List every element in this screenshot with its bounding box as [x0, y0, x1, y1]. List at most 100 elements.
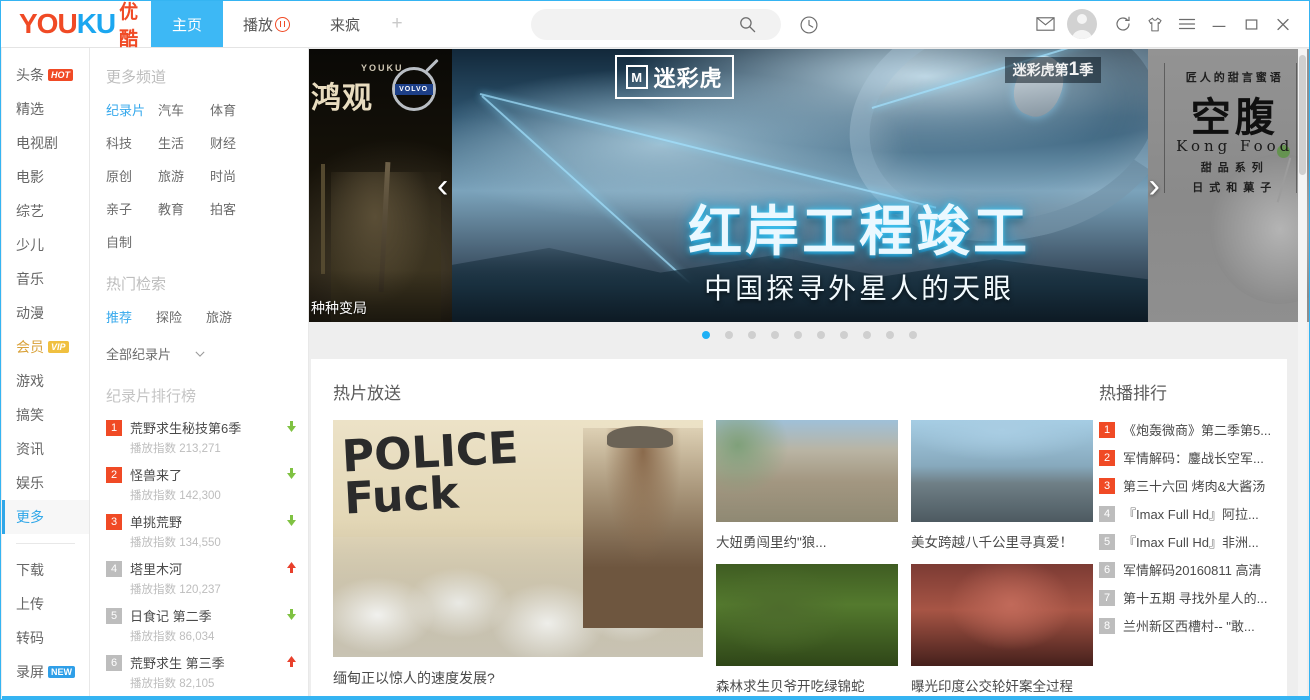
refresh-icon[interactable] — [1107, 1, 1139, 47]
sidebar-nav: 头条 HOT 精选 电视剧 电影 综艺 少儿 音乐 动漫 会员 VIP 游戏 搞… — [2, 48, 90, 699]
sidebar-item-jingxuan[interactable]: 精选 — [2, 92, 89, 126]
channel-lvyou[interactable]: 旅游 — [158, 166, 210, 185]
youku-logo[interactable]: YOUKU 优酷 — [1, 1, 151, 50]
video-card[interactable]: 大妞勇闯里约"狼... — [716, 420, 898, 551]
channel-yuanchuang[interactable]: 原创 — [106, 166, 158, 185]
channel-paike[interactable]: 拍客 — [210, 199, 262, 218]
list-item[interactable]: 1 《炮轰微商》第二季第5... — [1099, 420, 1287, 439]
minimize-icon[interactable] — [1203, 1, 1235, 47]
sidebar-item-toutiao[interactable]: 头条 HOT — [2, 58, 89, 92]
sidebar-item-upload[interactable]: 上传 — [2, 587, 89, 621]
video-card[interactable]: 美女跨越八千公里寻真爱！ — [911, 420, 1093, 551]
list-item[interactable]: 4 『Imax Full Hd』阿拉... — [1099, 504, 1287, 523]
sidebar-item-screenrecord[interactable]: 录屏 NEW — [2, 655, 89, 689]
list-item[interactable]: 3 单挑荒野 播放指数 134,550 — [106, 512, 308, 550]
video-thumbnail[interactable] — [716, 420, 898, 522]
list-item[interactable]: 2 军情解码：鏖战长空军... — [1099, 448, 1287, 467]
carousel-dot[interactable] — [863, 331, 871, 339]
hot-item-tanxian[interactable]: 探险 — [156, 307, 182, 326]
list-item[interactable]: 2 怪兽来了 播放指数 142,300 — [106, 465, 308, 503]
sidebar-item-entertainment[interactable]: 娱乐 — [2, 466, 89, 500]
sidebar-item-anime[interactable]: 动漫 — [2, 296, 89, 330]
avatar[interactable] — [1067, 9, 1097, 39]
carousel-dot[interactable] — [886, 331, 894, 339]
maximize-icon[interactable] — [1235, 1, 1267, 47]
carousel-slide-next[interactable]: 匠人的甜言蜜语 空腹 Kong Food 甜品系列 日式和菓子 — [1147, 49, 1309, 322]
carousel-dot[interactable] — [702, 331, 710, 339]
rank-title-text: 怪兽来了 — [130, 468, 183, 483]
sidebar-item-more[interactable]: 更多 — [2, 500, 89, 534]
channel-qinzi[interactable]: 亲子 — [106, 199, 158, 218]
list-item[interactable]: 4 塔里木河 播放指数 120,237 — [106, 559, 308, 597]
list-item[interactable]: 3 第三十六回 烤肉&大酱汤 — [1099, 476, 1287, 495]
tab-home[interactable]: 主页 — [151, 1, 223, 47]
carousel-prev-button[interactable]: ‹ — [437, 169, 448, 203]
video-thumbnail[interactable] — [716, 564, 898, 666]
sidebar-item-tvseries[interactable]: 电视剧 — [2, 126, 89, 160]
video-card[interactable]: 曝光印度公交轮奸案全过程 — [911, 564, 1093, 695]
carousel-dot[interactable] — [771, 331, 779, 339]
carousel-dot[interactable] — [909, 331, 917, 339]
hot-search-title: 热门检索 — [106, 276, 167, 293]
tab-play[interactable]: 播放 — [223, 1, 310, 47]
list-item[interactable]: 7 第十五期 寻找外星人的... — [1099, 588, 1287, 607]
sidebar-item-vip[interactable]: 会员 VIP — [2, 330, 89, 364]
rank-number: 1 — [1099, 421, 1115, 438]
trend-down-icon — [287, 421, 296, 432]
sidebar-item-download[interactable]: 下载 — [2, 553, 89, 587]
carousel-dot[interactable] — [748, 331, 756, 339]
sidebar-item-news[interactable]: 资讯 — [2, 432, 89, 466]
carousel-dot[interactable] — [817, 331, 825, 339]
carousel-dot[interactable] — [725, 331, 733, 339]
channel-zizhi[interactable]: 自制 — [106, 232, 158, 251]
close-icon[interactable] — [1267, 1, 1299, 47]
channel-jiaoyu[interactable]: 教育 — [158, 199, 210, 218]
channel-qiche[interactable]: 汽车 — [158, 100, 210, 119]
search-area — [531, 9, 819, 40]
shirt-icon[interactable] — [1139, 1, 1171, 47]
list-item[interactable]: 6 军情解码20160811 高清 — [1099, 560, 1287, 579]
scrollbar-thumb[interactable] — [1299, 55, 1306, 175]
category-filter-select[interactable]: 全部纪录片 — [106, 344, 308, 363]
channel-caijing[interactable]: 财经 — [210, 133, 262, 152]
rank-number: 2 — [1099, 449, 1115, 466]
video-thumbnail[interactable]: POLICE Fuck — [333, 420, 703, 657]
history-icon[interactable] — [799, 15, 819, 35]
carousel-next-button[interactable]: › — [1149, 169, 1160, 203]
sidebar-item-music[interactable]: 音乐 — [2, 262, 89, 296]
channel-shishang[interactable]: 时尚 — [210, 166, 262, 185]
sidebar-item-variety[interactable]: 综艺 — [2, 194, 89, 228]
menu-icon[interactable] — [1171, 1, 1203, 47]
video-thumbnail[interactable] — [911, 564, 1093, 666]
channel-jilupian[interactable]: 纪录片 — [106, 100, 158, 119]
channel-shenghuo[interactable]: 生活 — [158, 133, 210, 152]
carousel-dot[interactable] — [840, 331, 848, 339]
channel-tiyu[interactable]: 体育 — [210, 100, 262, 119]
sidebar-item-transcode[interactable]: 转码 — [2, 621, 89, 655]
video-card-featured[interactable]: POLICE Fuck 缅甸正以惊人的速度发展? — [333, 420, 703, 695]
sidebar-item-game[interactable]: 游戏 — [2, 364, 89, 398]
hot-item-tuijian[interactable]: 推荐 — [106, 307, 132, 326]
hero-carousel[interactable]: YOUKU 鸿观 VOLVO 种种变局 M 迷彩虎 迷彩虎第1季 红岸工程竣工 … — [309, 49, 1309, 322]
list-item[interactable]: 5 日食记 第二季 播放指数 86,034 — [106, 606, 308, 644]
sidebar-item-kids[interactable]: 少儿 — [2, 228, 89, 262]
list-item[interactable]: 5 『Imax Full Hd』非洲... — [1099, 532, 1287, 551]
hot-item-lvyou[interactable]: 旅游 — [206, 307, 232, 326]
video-thumbnail[interactable] — [911, 420, 1093, 522]
sidebar-item-movie[interactable]: 电影 — [2, 160, 89, 194]
channel-keji[interactable]: 科技 — [106, 133, 158, 152]
list-item[interactable]: 1 荒野求生秘技第6季 播放指数 213,271 — [106, 418, 308, 456]
mail-icon[interactable] — [1029, 1, 1061, 47]
video-caption: 森林求生贝爷开吃绿锦蛇 — [716, 679, 865, 694]
new-tab-button[interactable]: + — [380, 1, 414, 47]
carousel-slide-previous[interactable]: YOUKU 鸿观 VOLVO 种种变局 — [309, 49, 452, 322]
page-scrollbar[interactable] — [1298, 49, 1307, 699]
search-icon[interactable] — [738, 15, 757, 34]
carousel-slide-active[interactable]: M 迷彩虎 迷彩虎第1季 红岸工程竣工 中国探寻外星人的天眼 — [451, 49, 1148, 322]
list-item[interactable]: 6 荒野求生 第三季 播放指数 82,105 — [106, 653, 308, 691]
tab-laifeng[interactable]: 来疯 — [310, 1, 380, 47]
carousel-dot[interactable] — [794, 331, 802, 339]
sidebar-item-funny[interactable]: 搞笑 — [2, 398, 89, 432]
list-item[interactable]: 8 兰州新区西槽村-- "敢... — [1099, 616, 1287, 635]
video-card[interactable]: 森林求生贝爷开吃绿锦蛇 — [716, 564, 898, 695]
